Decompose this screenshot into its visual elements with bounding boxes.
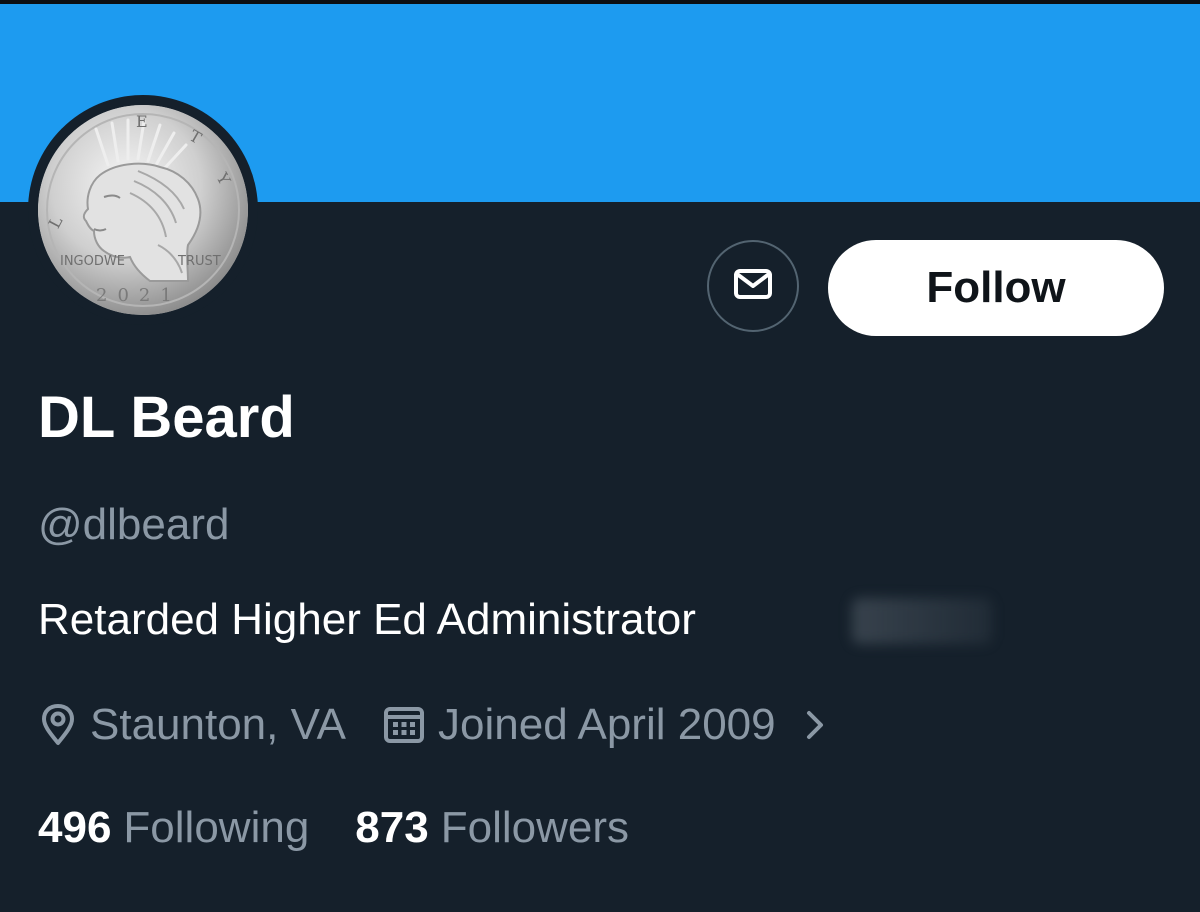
message-button[interactable] — [707, 240, 799, 332]
chevron-right-icon[interactable] — [802, 705, 828, 745]
following-link[interactable]: 496 Following — [38, 803, 309, 853]
user-handle: @dlbeard — [38, 500, 230, 549]
avatar[interactable]: L E T Y INGODWE TRUST 2021 — [38, 105, 248, 315]
envelope-icon — [733, 268, 773, 304]
svg-text:INGODWE: INGODWE — [60, 254, 125, 269]
svg-text:TRUST: TRUST — [177, 254, 221, 269]
followers-count: 873 — [355, 803, 429, 852]
svg-text:E: E — [136, 112, 148, 131]
followers-label: Followers — [440, 803, 629, 852]
profile-meta: Staunton, VA Joined April 2009 — [38, 695, 828, 755]
calendar-icon — [382, 703, 426, 747]
svg-text:2021: 2021 — [96, 285, 182, 306]
joined-date: Joined April 2009 — [438, 700, 776, 749]
followers-link[interactable]: 873 Followers — [355, 803, 629, 853]
coin-avatar-icon: L E T Y INGODWE TRUST 2021 — [38, 105, 248, 315]
following-count: 496 — [38, 803, 112, 852]
follow-button[interactable]: Follow — [828, 240, 1164, 336]
location-text: Staunton, VA — [90, 700, 347, 749]
display-name: DL Beard — [38, 385, 295, 450]
blurred-text — [852, 598, 992, 644]
follow-button-label: Follow — [926, 263, 1066, 312]
user-bio: Retarded Higher Ed Administrator — [38, 595, 696, 644]
following-label: Following — [123, 803, 310, 852]
profile-stats: 496 Following 873 Followers — [38, 798, 629, 858]
location-pin-icon — [38, 703, 78, 747]
